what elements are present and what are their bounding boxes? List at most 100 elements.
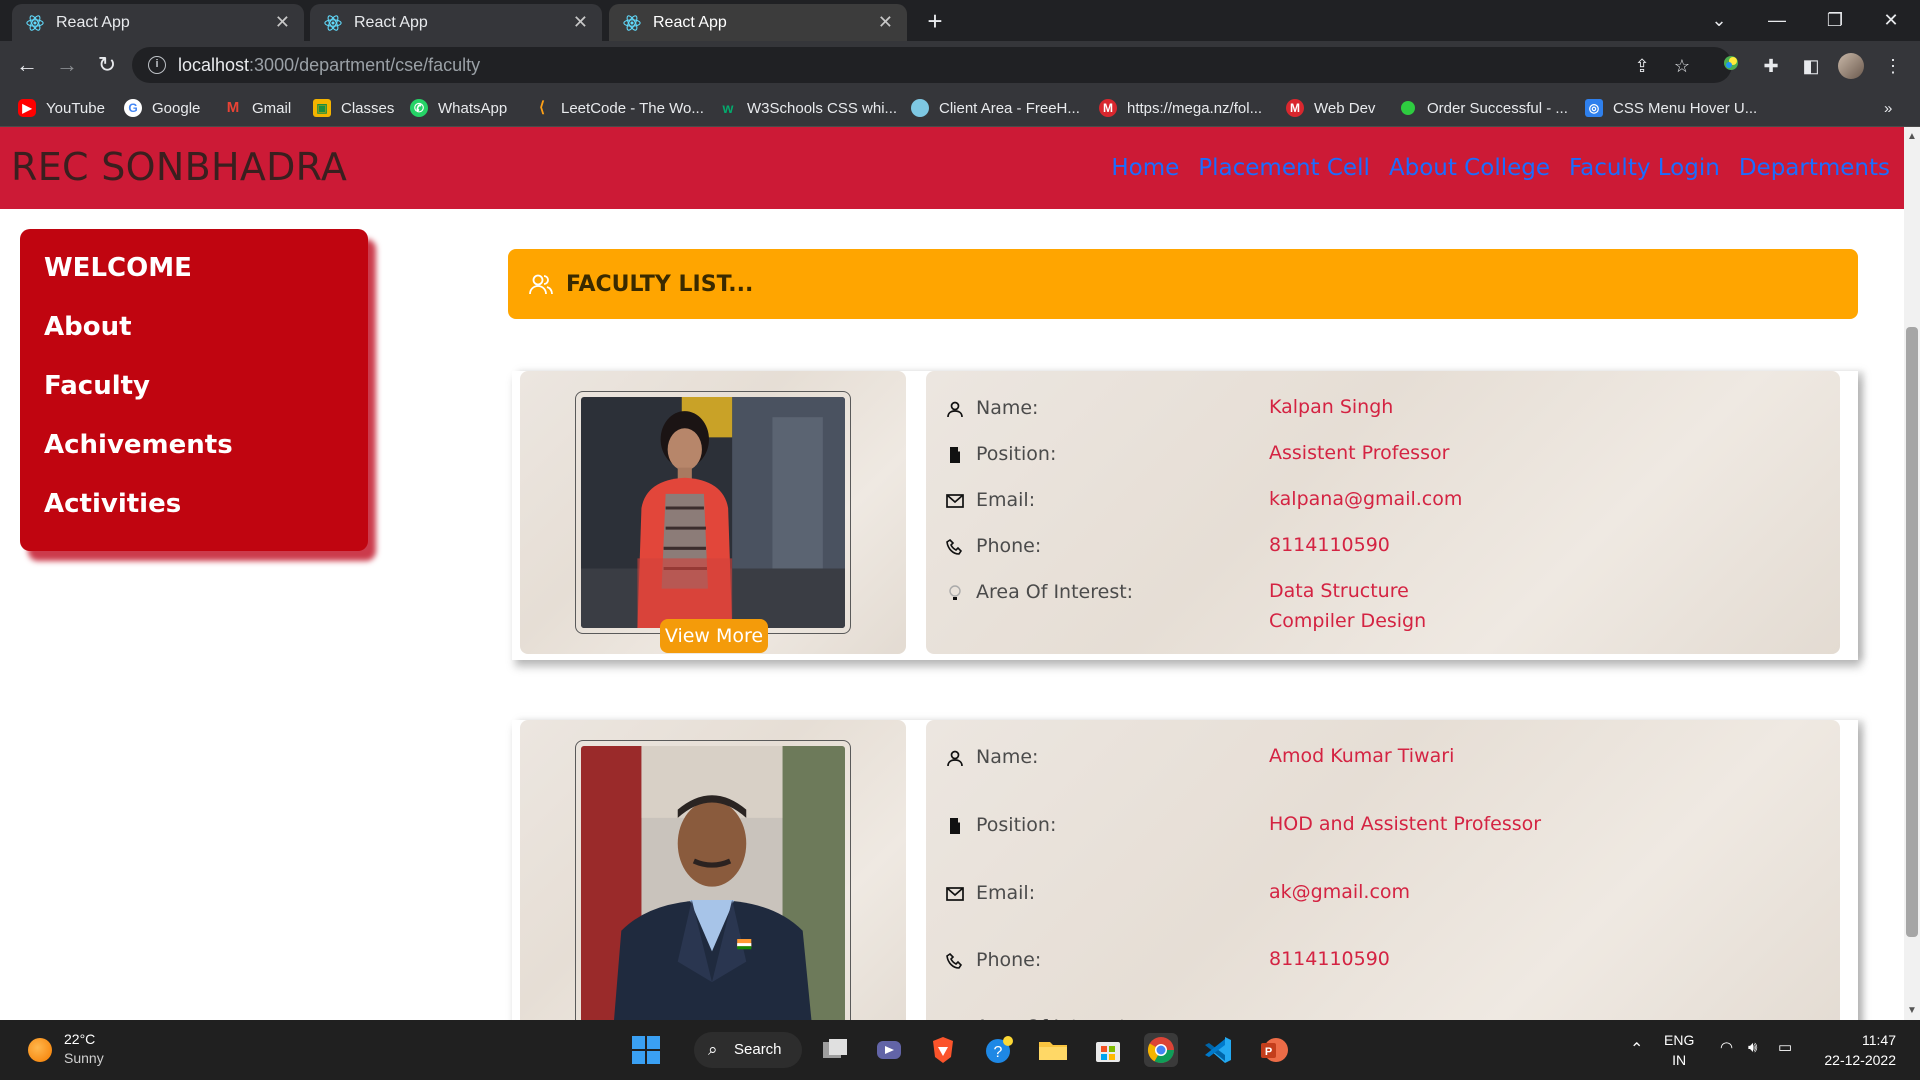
region-code: IN [1672, 1052, 1687, 1068]
nav-departments[interactable]: Departments [1739, 155, 1890, 181]
new-tab-icon[interactable]: + [920, 6, 950, 36]
taskbar-search[interactable]: ⌕ Search [694, 1032, 802, 1068]
page-scrollbar[interactable]: ▲ ▼ [1904, 127, 1920, 1020]
site-header: REC SONBHADRA Home Placement Cell About … [0, 127, 1904, 209]
name-label: Name: [976, 397, 1039, 419]
bookmark-order-successful[interactable]: Order Successful - ... [1399, 97, 1568, 119]
nav-home[interactable]: Home [1111, 155, 1179, 181]
weather-temp: 22°C [64, 1031, 96, 1047]
phone-icon [946, 538, 963, 555]
site-info-icon[interactable]: i [148, 56, 166, 74]
leetcode-icon: ⟨ [539, 99, 545, 116]
windows-start-icon[interactable] [629, 1033, 663, 1067]
language-code: ENG [1664, 1032, 1695, 1048]
reload-icon[interactable]: ↻ [91, 49, 123, 81]
brave-browser-icon[interactable] [926, 1033, 960, 1067]
faculty-email[interactable]: ak@gmail.com [1269, 877, 1410, 907]
file-explorer-icon[interactable] [1036, 1033, 1070, 1067]
bookmark-web-dev[interactable]: M Web Dev [1286, 97, 1375, 119]
bookmark-star-icon[interactable]: ☆ [1671, 55, 1693, 77]
site-brand[interactable]: REC SONBHADRA [11, 145, 347, 189]
scrollbar-thumb[interactable] [1906, 327, 1918, 937]
close-tab-icon[interactable]: ✕ [275, 12, 290, 33]
close-window-icon[interactable]: ✕ [1862, 0, 1920, 41]
bookmark-leetcode[interactable]: ⟨ LeetCode - The Wo... [533, 97, 704, 119]
url-text[interactable]: localhost:3000/department/cse/faculty [178, 55, 480, 76]
bookmark-w3schools[interactable]: w W3Schools CSS whi... [719, 97, 898, 119]
clock[interactable]: 11:47 22-12-2022 [1816, 1030, 1896, 1070]
extension-color-icon[interactable] [1718, 53, 1744, 79]
bookmark-youtube[interactable]: ▶ YouTube [18, 97, 105, 119]
faculty-email[interactable]: kalpana@gmail.com [1269, 484, 1462, 514]
close-tab-icon[interactable]: ✕ [573, 12, 588, 33]
language-indicator[interactable]: ENG IN [1664, 1030, 1694, 1070]
profile-avatar[interactable] [1838, 53, 1864, 79]
microsoft-store-icon[interactable] [1091, 1033, 1125, 1067]
browser-tab-1[interactable]: React App ✕ [12, 4, 304, 41]
teams-chat-icon[interactable] [872, 1033, 906, 1067]
bookmark-label: Client Area - FreeH... [939, 99, 1080, 117]
close-tab-icon[interactable]: ✕ [878, 12, 893, 33]
vscode-icon[interactable] [1201, 1033, 1235, 1067]
side-menu-about[interactable]: About [44, 312, 344, 371]
wifi-icon[interactable]: ◠ [1720, 1038, 1733, 1058]
faculty-info-panel: Name: Amod Kumar Tiwari Position: HOD an… [926, 720, 1840, 1020]
side-panel-icon[interactable]: ◧ [1798, 53, 1824, 79]
nav-placement-cell[interactable]: Placement Cell [1198, 155, 1370, 181]
interest-label: Area Of Interest: [976, 581, 1134, 603]
help-icon[interactable]: ? [982, 1033, 1016, 1067]
powerpoint-icon[interactable]: P [1257, 1033, 1291, 1067]
side-menu-welcome[interactable]: WELCOME [44, 253, 344, 312]
bookmarks-overflow-icon[interactable]: » [1884, 97, 1892, 119]
battery-icon[interactable]: ▭ [1778, 1038, 1792, 1058]
bookmarks-bar: ▶ YouTube G Google M Gmail ▣ Classes ✆ W… [0, 89, 1920, 127]
bookmark-css-menu[interactable]: ◎ CSS Menu Hover U... [1585, 97, 1757, 119]
user-icon [947, 750, 963, 767]
css-menu-icon: ◎ [1585, 99, 1603, 117]
restore-icon[interactable]: ❐ [1806, 0, 1864, 41]
browser-tab-2[interactable]: React App ✕ [310, 4, 602, 41]
bookmark-mega[interactable]: M https://mega.nz/fol... [1099, 97, 1262, 119]
menu-kebab-icon[interactable]: ⋮ [1880, 53, 1906, 79]
extensions-puzzle-icon[interactable]: ✚ [1758, 53, 1784, 79]
bookmark-classes[interactable]: ▣ Classes [313, 97, 394, 119]
view-more-button[interactable]: View More [660, 619, 768, 653]
tray-overflow-chevron-icon[interactable]: ⌃ [1630, 1040, 1643, 1060]
react-favicon-icon [324, 14, 342, 32]
sun-weather-icon[interactable] [28, 1038, 52, 1062]
tab-search-chevron-icon[interactable]: ⌄ [1690, 0, 1748, 41]
task-view-icon[interactable] [818, 1033, 852, 1067]
scroll-up-arrow-icon[interactable]: ▲ [1907, 131, 1917, 142]
taskbar-search-label: Search [734, 1041, 782, 1058]
share-icon[interactable]: ⇪ [1631, 55, 1653, 77]
back-arrow-icon[interactable]: ← [11, 49, 43, 81]
classroom-icon: ▣ [313, 99, 331, 117]
google-icon: G [124, 99, 142, 117]
weather-widget[interactable]: 22°C Sunny [64, 1030, 104, 1068]
side-menu-achivements[interactable]: Achivements [44, 430, 344, 489]
position-label: Position: [976, 814, 1057, 836]
nav-faculty-login[interactable]: Faculty Login [1569, 155, 1720, 181]
side-menu-faculty[interactable]: Faculty [44, 371, 344, 430]
volume-icon[interactable]: 🔊︎ [1748, 1038, 1757, 1058]
forward-arrow-icon[interactable]: → [51, 49, 83, 81]
browser-toolbar: ← → ↻ i localhost:3000/department/cse/fa… [0, 41, 1920, 89]
windows-taskbar: 22°C Sunny ⌕ Search ? P ⌃ ENG IN ◠ 🔊︎ ▭ [0, 1020, 1920, 1080]
faculty-interest-row: Area Of Interest: Data Structure Compile… [946, 580, 1426, 636]
browser-tab-3-active[interactable]: React App ✕ [609, 4, 907, 41]
scroll-down-arrow-icon[interactable]: ▼ [1907, 1005, 1917, 1016]
address-bar[interactable]: i localhost:3000/department/cse/faculty … [132, 47, 1732, 83]
bookmark-whatsapp[interactable]: ✆ WhatsApp [410, 97, 507, 119]
mail-icon [946, 887, 964, 901]
bookmark-google[interactable]: G Google [124, 97, 200, 119]
clock-time: 11:47 [1862, 1032, 1896, 1048]
side-menu-activities[interactable]: Activities [44, 489, 344, 548]
nav-about-college[interactable]: About College [1389, 155, 1550, 181]
bookmark-gmail[interactable]: M Gmail [224, 97, 291, 119]
bookmark-freehosting[interactable]: Client Area - FreeH... [911, 97, 1080, 119]
browser-tab-title: React App [354, 13, 428, 31]
whatsapp-icon: ✆ [410, 99, 428, 117]
browser-tab-title: React App [56, 13, 130, 31]
chrome-taskbar-icon[interactable] [1144, 1033, 1178, 1067]
minimize-icon[interactable]: — [1748, 0, 1806, 41]
